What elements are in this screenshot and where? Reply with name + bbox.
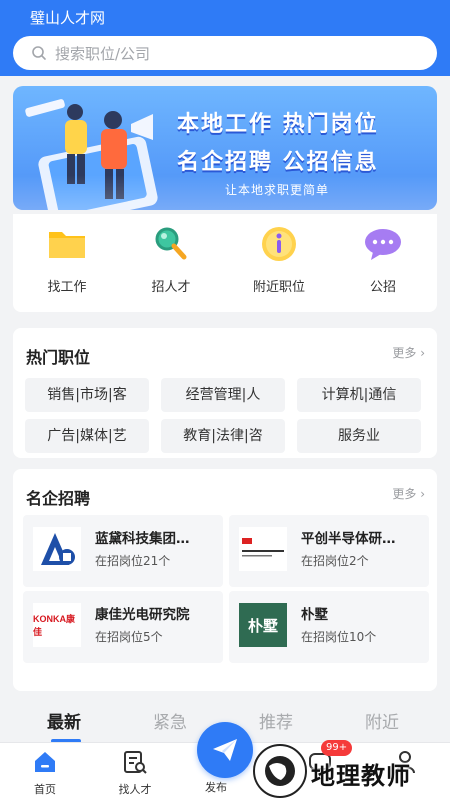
home-icon	[35, 752, 55, 772]
search-icon	[32, 46, 46, 60]
promo-banner[interactable]: 本地工作 热门岗位 名企招聘 公招信息 让本地求职更简单	[13, 86, 437, 210]
chevron-right-icon: ›	[420, 346, 425, 360]
banner-line-1: 本地工作 热门岗位	[177, 112, 379, 137]
quick-nearby-jobs[interactable]: 附近职位	[229, 224, 329, 295]
famous-companies-card: 名企招聘 更多 › 蓝黛科技集团… 在招岗位21个 平创半导体研… 在招岗位2个…	[13, 469, 437, 691]
hot-jobs-more-label: 更多	[392, 346, 417, 360]
company-logo: KONKA康佳	[33, 603, 81, 647]
search-placeholder[interactable]: 搜索职位/公司	[55, 43, 150, 64]
watermark: 地理教师	[253, 742, 450, 800]
nav-home[interactable]: 首页	[15, 749, 75, 797]
quick-find-job-label: 找工作	[47, 280, 87, 295]
hot-jobs-card: 热门职位 更多 › 销售|市场|客 经营管理|人 计算机|通信 广告|媒体|艺 …	[13, 328, 437, 458]
watermark-text: 地理教师	[311, 762, 411, 790]
resume-search-icon	[124, 751, 147, 774]
quick-find-talent[interactable]: 招人才	[121, 224, 221, 295]
pushu-logo-text: 朴墅	[247, 616, 278, 635]
quick-public-recruit[interactable]: 公招	[333, 224, 433, 295]
quick-links: 找工作 招人才 附近职位 公招	[13, 214, 437, 312]
tab-urgent[interactable]: 紧急	[153, 708, 187, 733]
company-logo	[239, 527, 287, 571]
nav-find-talent[interactable]: 找人才	[105, 749, 165, 797]
chevron-right-icon: ›	[420, 487, 425, 501]
quick-nearby-jobs-label: 附近职位	[252, 280, 305, 295]
search-bar[interactable]: 搜索职位/公司	[13, 36, 437, 70]
company-name: 蓝黛科技集团…	[95, 531, 190, 547]
quick-find-job[interactable]: 找工作	[17, 224, 117, 295]
company-card[interactable]: 朴墅 朴墅 在招岗位10个	[229, 591, 429, 663]
job-tag[interactable]: 销售|市场|客	[25, 378, 149, 412]
famous-companies-more-label: 更多	[392, 487, 417, 501]
chat-bubble-icon	[365, 229, 401, 260]
quick-find-talent-label: 招人才	[151, 280, 191, 295]
company-jobs: 在招岗位2个	[301, 554, 369, 568]
app-header: 璧山人才网 搜索职位/公司	[0, 0, 450, 76]
quick-public-recruit-label: 公招	[369, 280, 396, 295]
watermark-globe	[253, 744, 307, 798]
company-jobs: 在招岗位10个	[301, 630, 377, 644]
job-tag[interactable]: 服务业	[297, 419, 421, 453]
paper-plane-icon	[213, 739, 237, 761]
job-tag[interactable]: 广告|媒体|艺	[25, 419, 149, 453]
publish-button[interactable]	[197, 722, 253, 778]
konka-logo-text: KONKA康佳	[33, 614, 75, 637]
publish-label: 发布	[205, 781, 227, 794]
nav-home-label: 首页	[34, 783, 56, 796]
company-logo: 朴墅	[239, 603, 287, 647]
pingchuang-logo-icon	[242, 538, 284, 557]
company-card[interactable]: 平创半导体研… 在招岗位2个	[229, 515, 429, 587]
folder-icon	[49, 232, 85, 258]
company-name: 康佳光电研究院	[95, 607, 190, 623]
banner-subtitle: 让本地求职更简单	[225, 183, 330, 197]
company-logo	[33, 527, 81, 571]
tab-nearby[interactable]: 附近	[365, 708, 399, 733]
hot-jobs-title: 热门职位	[26, 348, 91, 367]
magnifier-icon	[155, 227, 187, 260]
info-icon	[262, 227, 296, 261]
app-title: 璧山人才网	[30, 9, 106, 27]
tab-latest[interactable]: 最新	[47, 708, 81, 733]
job-tag[interactable]: 教育|法律|咨	[161, 419, 285, 453]
nav-find-talent-label: 找人才	[118, 783, 152, 796]
company-name: 朴墅	[301, 607, 328, 623]
company-card[interactable]: 蓝黛科技集团… 在招岗位21个	[23, 515, 223, 587]
landai-logo-icon	[41, 533, 75, 565]
hot-jobs-more[interactable]: 更多 ›	[392, 344, 425, 361]
banner-line-2: 名企招聘 公招信息	[177, 150, 379, 175]
company-card[interactable]: KONKA康佳 康佳光电研究院 在招岗位5个	[23, 591, 223, 663]
globe-icon	[265, 756, 295, 786]
job-tag[interactable]: 计算机|通信	[297, 378, 421, 412]
company-jobs: 在招岗位21个	[95, 554, 171, 568]
famous-companies-title: 名企招聘	[26, 489, 91, 508]
company-jobs: 在招岗位5个	[95, 630, 163, 644]
famous-companies-more[interactable]: 更多 ›	[392, 485, 425, 502]
job-tag[interactable]: 经营管理|人	[161, 378, 285, 412]
company-name: 平创半导体研…	[301, 531, 396, 547]
tab-recommended[interactable]: 推荐	[259, 708, 293, 733]
